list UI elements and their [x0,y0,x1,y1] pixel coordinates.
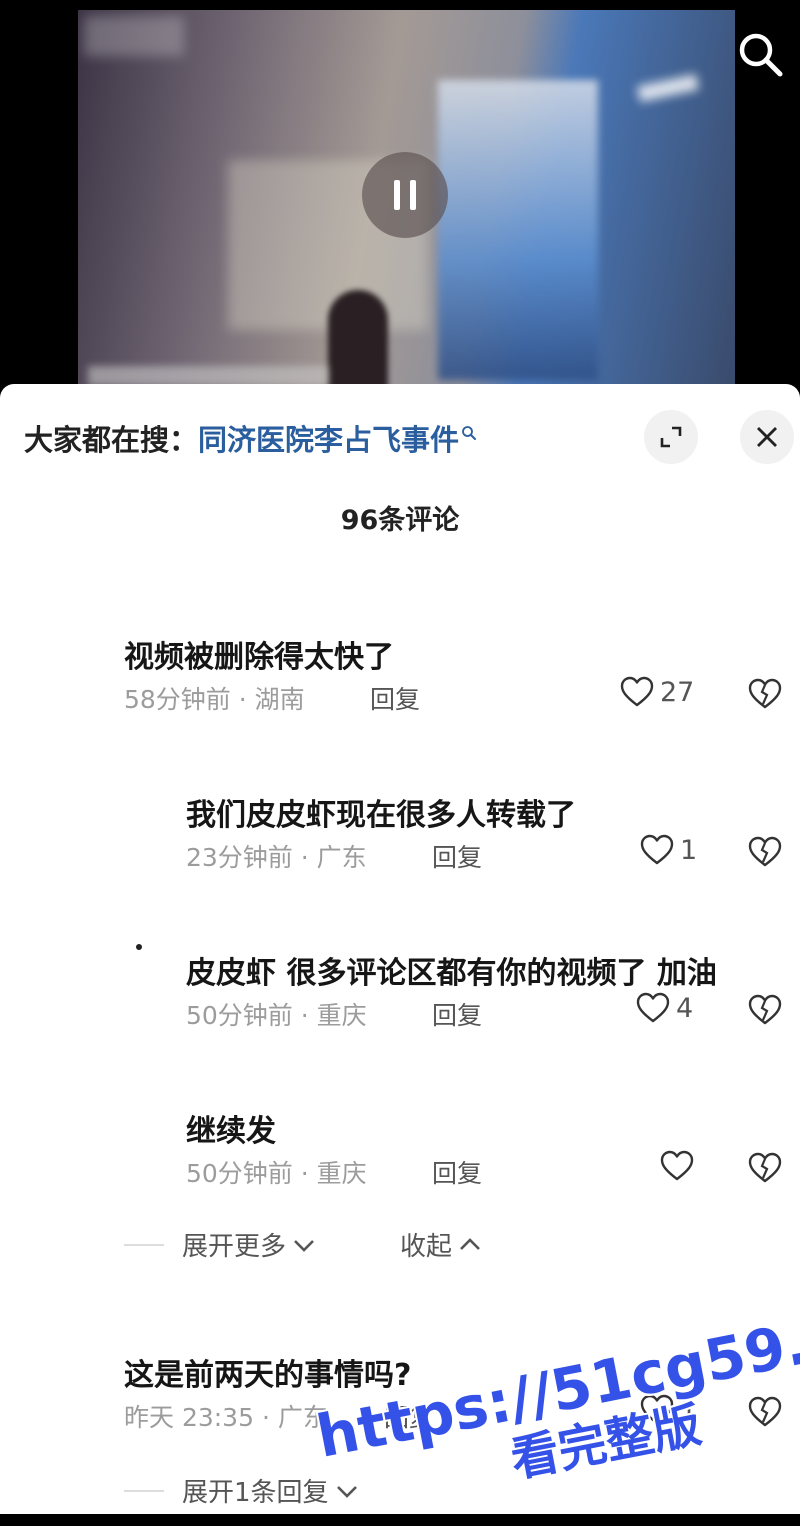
trending-search[interactable]: 大家都在搜： 同济医院李占飞事件 [24,416,477,460]
video-scene-door [438,80,598,380]
expand-replies-row[interactable]: 展开1条回复 [124,1472,359,1509]
video-player[interactable] [0,0,800,384]
reply-button[interactable]: 回复 [432,838,482,874]
like-count: 1 [680,834,698,866]
chevron-down-icon [294,1239,314,1252]
comment-text: 继续发 [186,1114,276,1149]
heart-icon [636,992,670,1023]
broken-heart-icon[interactable] [748,836,782,868]
reply-button[interactable]: 回复 [370,680,420,716]
expand-more-row[interactable]: 展开更多 [124,1226,316,1263]
expand-replies-button[interactable]: 展开1条回复 [182,1472,329,1509]
video-scene-person [328,290,388,384]
comment-text: 视频被删除得太快了 [124,640,394,675]
like-count: 27 [660,676,695,708]
comment-meta: 昨天 23:35 · 广东 [124,1403,328,1432]
pause-icon [394,180,400,210]
search-icon[interactable] [734,28,786,80]
fullscreen-button[interactable] [644,410,698,464]
like-button[interactable]: 27 [620,676,694,708]
chevron-up-icon [460,1237,480,1250]
divider [124,1243,164,1246]
like-count: 4 [676,992,694,1024]
divider [124,1489,164,1492]
comment-meta: 23分钟前 · 广东 [186,843,367,872]
heart-icon [640,834,674,865]
like-button[interactable] [660,1150,694,1182]
comment-text: 这是前两天的事情吗? [124,1358,412,1393]
search-icon [462,426,477,440]
broken-heart-icon[interactable] [748,1152,782,1184]
video-scene-light [636,73,700,103]
expand-icon [660,426,682,448]
like-button[interactable]: 1 [640,834,697,866]
comment-meta: 50分钟前 · 重庆 [186,1001,367,1030]
blurred-caption [88,366,328,384]
heart-icon [660,1150,694,1181]
trending-search-term[interactable]: 同济医院李占飞事件 [198,417,459,459]
broken-heart-icon[interactable] [748,678,782,710]
collapse-button[interactable]: 收起 [400,1226,452,1263]
comment-meta: 50分钟前 · 重庆 [186,1159,367,1188]
expand-more-button[interactable]: 展开更多 [182,1226,286,1263]
close-button[interactable] [740,410,794,464]
comment-text: 我们皮皮虾现在很多人转载了 [186,798,576,833]
pause-icon-bar [410,180,416,210]
reply-button[interactable]: 回复 [432,1154,482,1190]
pause-button[interactable] [362,152,448,238]
trending-search-prefix: 大家都在搜： [24,423,199,457]
like-button[interactable]: 4 [636,992,693,1024]
close-icon [757,427,777,447]
avatar-dot [136,944,142,950]
heart-icon [620,676,654,707]
comment-meta: 58分钟前 · 湖南 [124,685,305,714]
broken-heart-icon[interactable] [748,994,782,1026]
comment-text: 皮皮虾 很多评论区都有你的视频了 加油 [186,956,717,991]
comment-count: 96条评论 [340,505,460,536]
collapse-row[interactable]: 收起 [400,1226,482,1263]
blurred-logo [84,16,184,56]
reply-button[interactable]: 回复 [432,996,482,1032]
